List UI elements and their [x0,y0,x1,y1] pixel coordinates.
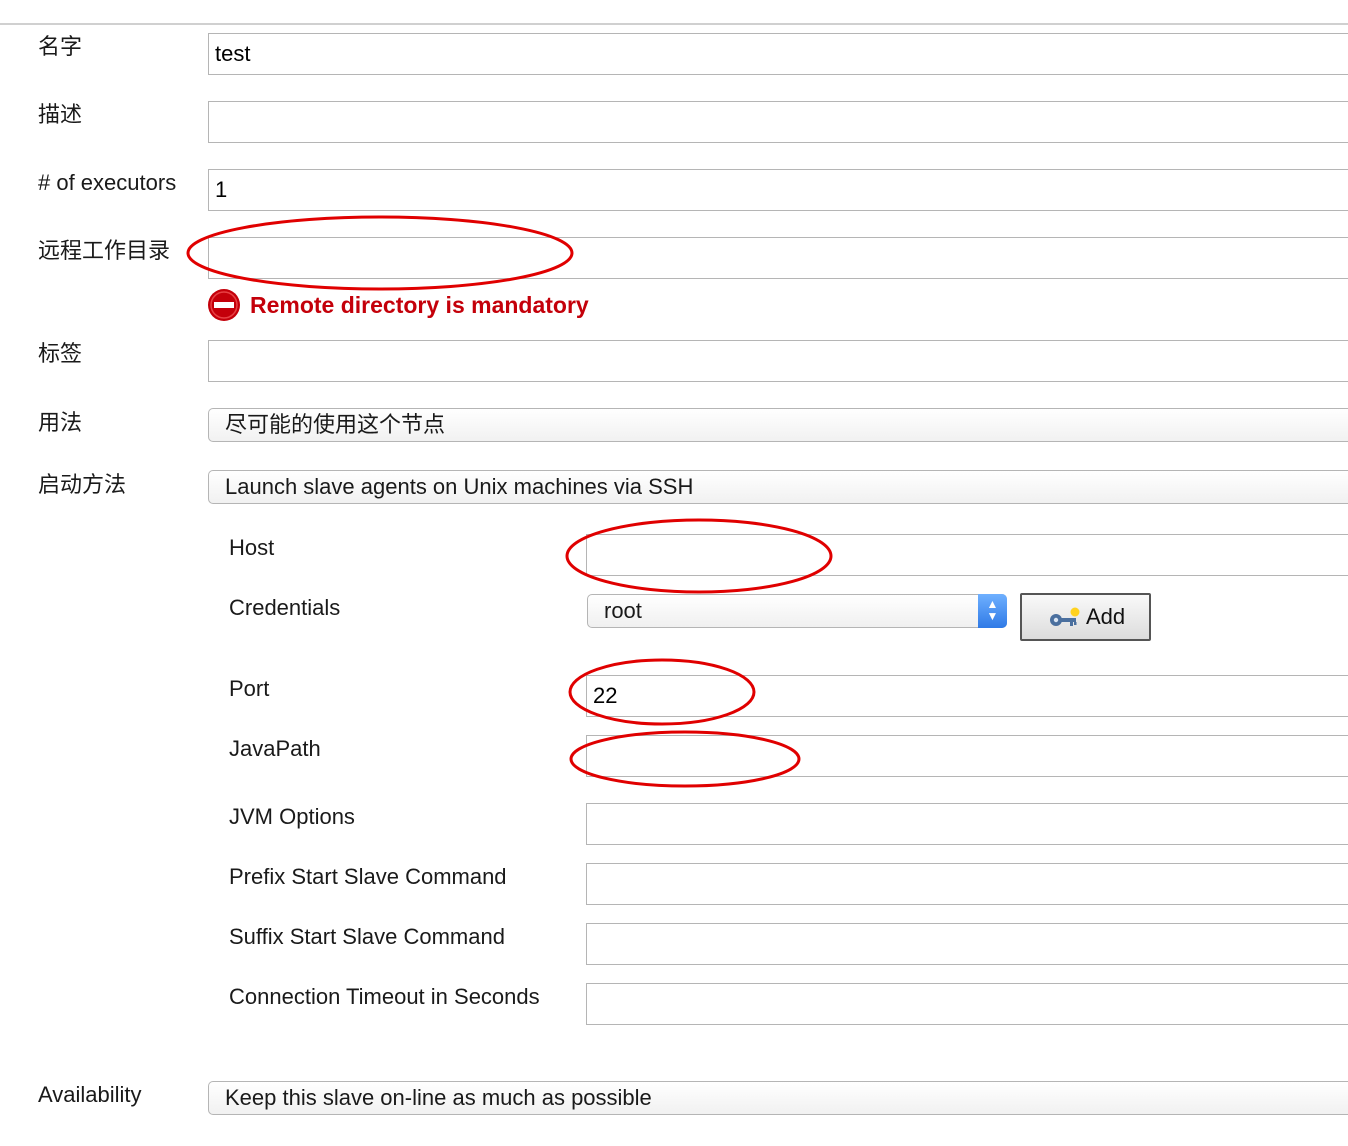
connection-timeout-label: Connection Timeout in Seconds [229,984,540,1009]
remote-dir-label: 远程工作目录 [38,238,171,263]
add-button-label: Add [1086,604,1126,629]
updown-arrows-icon: ▲ ▼ [978,594,1007,628]
connection-timeout-input[interactable] [586,983,1348,1025]
description-input[interactable] [208,101,1348,143]
labels-label: 标签 [38,341,83,366]
prefix-command-label: Prefix Start Slave Command [229,864,507,889]
annotation-ellipse-host [565,518,833,594]
jvm-options-label: JVM Options [229,804,355,829]
name-input[interactable] [208,33,1348,75]
suffix-command-input[interactable] [586,923,1348,965]
usage-select[interactable]: 尽可能的使用这个节点 [208,408,1348,442]
javapath-label: JavaPath [229,736,321,761]
executors-label: # of executors [38,170,177,195]
add-credentials-button[interactable]: Add [1020,593,1151,641]
suffix-command-label: Suffix Start Slave Command [229,924,505,949]
top-divider [0,23,1348,25]
executors-input[interactable] [208,169,1348,211]
availability-select[interactable]: Keep this slave on-line as much as possi… [208,1081,1348,1115]
credentials-label: Credentials [229,595,341,620]
availability-label: Availability [38,1082,142,1107]
launch-method-label: 启动方法 [38,472,127,497]
name-label: 名字 [38,34,83,59]
port-label: Port [229,676,270,701]
labels-input[interactable] [208,340,1348,382]
prefix-command-input[interactable] [586,863,1348,905]
launch-method-select[interactable]: Launch slave agents on Unix machines via… [208,470,1348,504]
key-icon [1050,607,1080,626]
description-label: 描述 [38,102,83,127]
annotation-ellipse-remote-dir [186,215,574,291]
annotation-ellipse-javapath [569,730,801,788]
jvm-options-input[interactable] [586,803,1348,845]
usage-label: 用法 [38,410,83,435]
annotation-ellipse-port [568,658,756,726]
credentials-value: root [604,598,642,623]
host-label: Host [229,535,275,560]
